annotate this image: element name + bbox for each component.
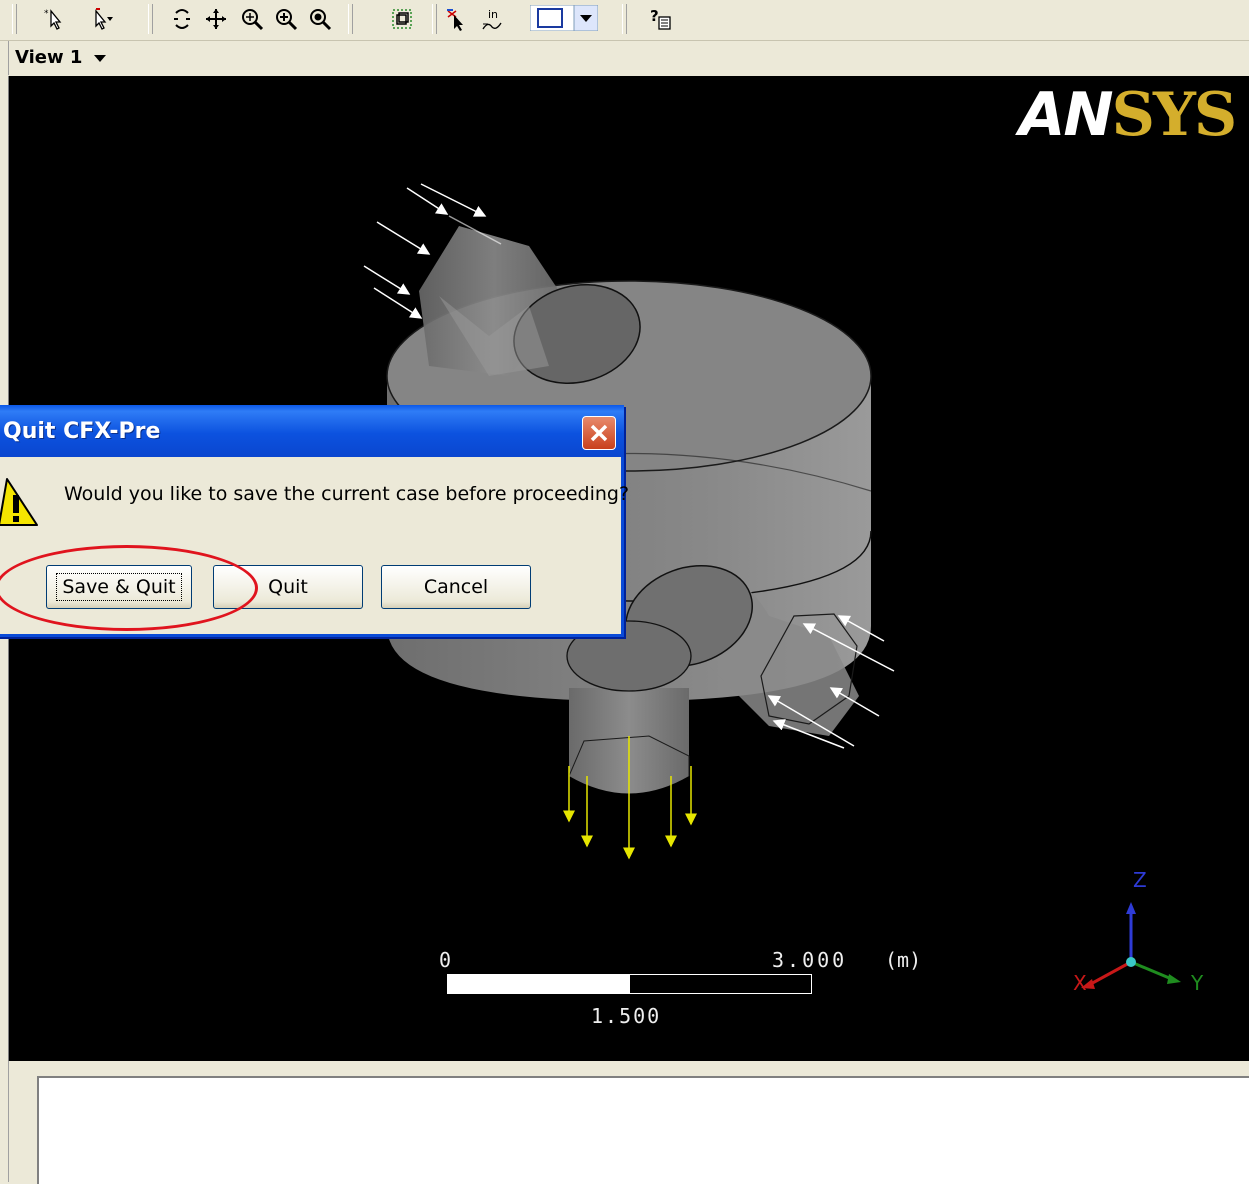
zoom-fit-icon[interactable] [306,6,334,32]
zoom-icon[interactable] [238,6,266,32]
toolbar-grip-5[interactable] [622,4,627,34]
pan-icon[interactable] [202,6,230,32]
toolbar-grip-3[interactable] [348,4,353,34]
pick-icon[interactable] [442,6,470,32]
output-text-area[interactable] [37,1076,1249,1184]
view-selector-arrow-icon[interactable] [94,55,106,62]
rotate-icon[interactable] [168,6,196,32]
dialog-title: Quit CFX-Pre [3,419,161,444]
toolbar-grip-4[interactable] [432,4,437,34]
scale-unit: (m) [885,948,922,972]
main-toolbar: * in ? [0,0,1249,41]
scale-label-mid: 1.500 [591,1004,662,1028]
svg-text:*: * [44,9,49,19]
select-icon[interactable]: * [40,6,68,32]
axis-label-x: X [1073,971,1087,995]
ansys-logo: ANSYS [1019,80,1237,150]
select-dropdown-icon[interactable] [88,6,116,32]
dialog-message: Would you like to save the current case … [64,483,630,505]
axis-label-z: Z [1133,868,1147,892]
output-panel [8,1061,1249,1184]
axis-label-y: Y [1191,971,1204,995]
axis-triad [1081,902,1181,989]
dialog-titlebar[interactable]: Quit CFX-Pre [0,405,624,457]
toolbar-grip[interactable] [12,4,17,34]
help-icon[interactable]: ? [646,6,674,32]
highlight-ellipse [0,545,258,631]
view-selector-label[interactable]: View 1 [15,47,82,68]
view-header: View 1 [8,41,1249,75]
scale-bar [447,974,812,994]
scale-label-max: 3.000 [772,948,848,972]
warning-icon [0,478,38,526]
view-mode-select[interactable] [529,4,599,32]
mesh-icon[interactable]: in [478,6,506,32]
close-button[interactable] [582,416,616,450]
fit-view-icon[interactable] [388,6,416,32]
close-icon [590,424,608,442]
scale-label-zero: 0 [439,948,452,972]
cancel-button[interactable]: Cancel [381,565,531,609]
svg-text:in: in [488,8,498,21]
svg-text:?: ? [650,7,659,25]
zoom-box-icon[interactable] [272,6,300,32]
toolbar-grip-2[interactable] [148,4,153,34]
